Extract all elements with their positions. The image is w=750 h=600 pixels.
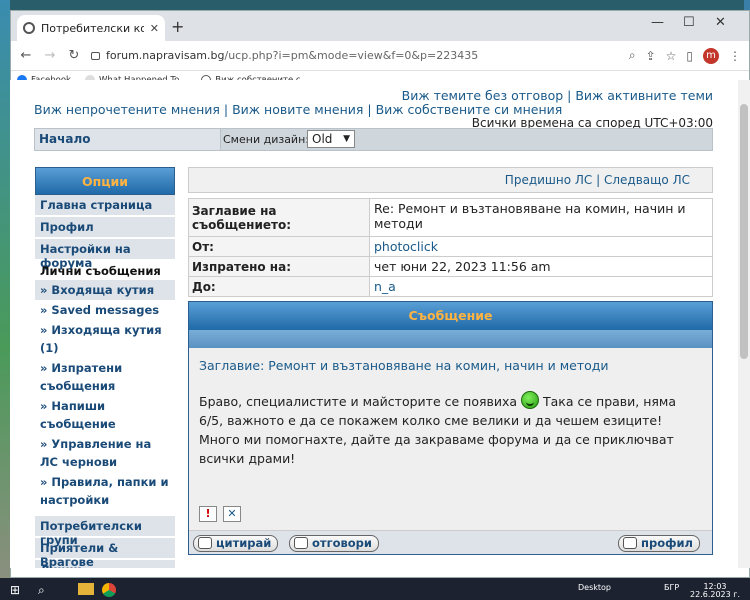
reload-icon[interactable]: ↻ (67, 48, 81, 63)
message-section-title: Съобщение (189, 302, 712, 330)
design-select[interactable]: Old ▼ (307, 130, 355, 148)
sidebar-item-inbox[interactable]: » Входяща кутия (35, 280, 175, 300)
message-text-part-3: Много ми помогнахте, дайте да закраваме … (199, 432, 674, 466)
subject-row: Заглавие на съобщението: Re: Ремонт и въ… (189, 199, 712, 237)
to-row: До: n_a (189, 277, 712, 296)
sidebar-item-compose[interactable]: » Напиши съобщение (35, 396, 175, 434)
quote-icon (198, 537, 212, 549)
sidebar-item-sent[interactable]: » Изпратени съобщения (35, 358, 175, 396)
quote-button[interactable]: цитирай (193, 535, 279, 552)
address-bar[interactable]: forum.napravisam.bg/ucp.php?i=pm&mode=vi… (91, 49, 619, 62)
sidebar-item-drafts[interactable]: » Управление на ЛС чернови (35, 434, 175, 472)
profile-icon (623, 537, 638, 549)
bookmark-star-icon[interactable]: ☆ (666, 49, 677, 63)
lock-icon (91, 51, 100, 60)
nav-row: Начало Смени дизайн: Old ▼ (34, 128, 713, 151)
subject-label: Заглавие на съобщението: (189, 199, 370, 236)
from-row: От: photoclick (189, 237, 712, 257)
menu-icon[interactable]: ⋮ (729, 49, 741, 63)
from-label: От: (189, 237, 370, 256)
sidebar-item-saved[interactable]: » Saved messages (35, 300, 175, 320)
sidebar-item-usergroups[interactable]: Потребителски групи (35, 516, 175, 547)
sidebar-item-outbox[interactable]: » Изходяща кутия (1) (35, 320, 175, 358)
share-icon[interactable]: ⇪ (646, 49, 656, 63)
close-window-icon[interactable]: ✕ (715, 15, 726, 30)
reply-icon (294, 537, 308, 549)
page-content: Виж темите без отговор | Виж активните т… (10, 80, 749, 568)
sent-label: Изпратено на: (189, 257, 370, 276)
sidebar-pm-heading: Лични съобщения (35, 261, 175, 280)
sidepanel-icon[interactable]: ▯ (686, 49, 693, 63)
tab-close-icon[interactable]: ✕ (150, 22, 159, 35)
sidebar-header: Опции (35, 167, 175, 195)
design-label: Смени дизайн: (223, 133, 309, 146)
scrollbar-thumb[interactable] (740, 104, 748, 359)
clock[interactable]: 12:03 22.6.2023 г. (690, 583, 740, 599)
message-body: Заглавие: Ремонт и възтановяване на коми… (189, 348, 712, 530)
message-panel: Предишно ЛС | Следващо ЛС Заглавие на съ… (188, 167, 713, 555)
url-path: /ucp.php?i=pm&mode=view&f=0&p=223435 (224, 49, 479, 62)
tab-strip: Потребителски контролен панел ✕ + — ☐ ✕ (11, 11, 749, 41)
language-indicator[interactable]: БГР (664, 583, 679, 592)
message-box: Съобщение Заглавие: Ремонт и възтановява… (188, 301, 713, 555)
sidebar-item-profile[interactable]: Профил (35, 217, 175, 239)
sidebar-item-rules[interactable]: » Правила, папки и настройки (35, 472, 175, 510)
sent-row: Изпратено на: чет юни 22, 2023 11:56 am (189, 257, 712, 277)
delete-icon[interactable]: ✕ (223, 506, 241, 522)
desktop-label[interactable]: Desktop (578, 583, 611, 592)
windows-start-icon[interactable]: ⊞ (10, 583, 20, 597)
taskbar: ⊞ ⌕ Desktop БГР 12:03 22.6.2023 г. (0, 578, 750, 600)
message-action-icons: ! ✕ (199, 506, 241, 522)
url-domain: forum.napravisam.bg (106, 49, 225, 62)
profile-button[interactable]: профил (618, 535, 700, 552)
desktop-background (0, 0, 10, 578)
sidebar-item-board-settings[interactable]: Настройки на форума (35, 239, 175, 270)
report-icon[interactable]: ! (199, 506, 217, 522)
smiley-icon (521, 391, 540, 409)
design-select-value: Old (312, 132, 333, 146)
message-text-part-1: Браво, специалистите и майсторите се поя… (199, 394, 518, 409)
prev-next-links[interactable]: Предишно ЛС | Следващо ЛС (188, 167, 713, 193)
message-subject: Заглавие: Ремонт и възтановяване на коми… (199, 358, 609, 373)
browser-toolbar: ← → ↻ forum.napravisam.bg/ucp.php?i=pm&m… (11, 41, 749, 71)
browser-tab[interactable]: Потребителски контролен панел ✕ (17, 15, 165, 41)
message-headers: Заглавие на съобщението: Re: Ремонт и въ… (188, 198, 713, 297)
message-buttons: цитирай отговори профил (189, 530, 712, 554)
to-user-link[interactable]: n_a (370, 277, 712, 296)
subject-value: Re: Ремонт и възтановяване на комин, нач… (374, 201, 686, 231)
new-tab-button[interactable]: + (171, 17, 184, 36)
taskbar-search-icon[interactable]: ⌕ (38, 583, 45, 598)
file-explorer-icon[interactable] (78, 583, 94, 595)
sidebar-item-main-page[interactable]: Главна страница (35, 195, 175, 217)
home-link[interactable]: Начало (35, 129, 221, 150)
site-favicon-icon (23, 22, 35, 34)
maximize-icon[interactable]: ☐ (683, 15, 695, 30)
message-text: Браво, специалистите и майсторите се поя… (199, 391, 702, 468)
forward-icon[interactable]: → (43, 48, 57, 63)
from-user-link[interactable]: photoclick (370, 237, 712, 256)
sent-value: чет юни 22, 2023 11:56 am (374, 259, 551, 274)
back-icon[interactable]: ← (19, 48, 33, 63)
sidebar: Опции Главна страница Профил Настройки н… (35, 167, 175, 568)
chevron-down-icon: ▼ (343, 134, 350, 144)
top-links-unanswered-active[interactable]: Виж темите без отговор | Виж активните т… (402, 88, 713, 103)
clock-date: 22.6.2023 г. (690, 590, 741, 599)
top-links-unread-new-own[interactable]: Виж непрочетените мнения | Виж новите мн… (34, 102, 562, 117)
to-label: До: (189, 277, 370, 296)
tab-title: Потребителски контролен панел (41, 21, 144, 35)
profile-avatar[interactable]: m (703, 47, 719, 64)
minimize-icon[interactable]: — (651, 15, 664, 30)
zoom-icon[interactable]: ⌕ (629, 48, 636, 63)
sidebar-item-friends-foes[interactable]: Приятели & Врагове (35, 538, 175, 568)
chrome-icon[interactable] (102, 583, 116, 597)
reply-button[interactable]: отговори (289, 535, 379, 552)
message-subbar (189, 330, 712, 348)
